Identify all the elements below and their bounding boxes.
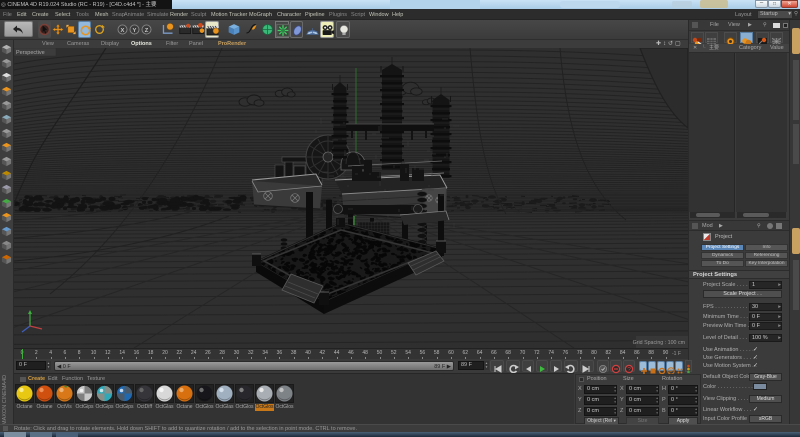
svg-text:Perspective: Perspective <box>16 50 45 56</box>
svg-text:Z: Z <box>145 28 149 34</box>
svg-text:?: ? <box>627 367 631 374</box>
svg-text:X: X <box>121 28 125 34</box>
svg-text:Grid Spacing : 100 cm: Grid Spacing : 100 cm <box>633 340 686 346</box>
svg-text:Y: Y <box>133 28 137 34</box>
